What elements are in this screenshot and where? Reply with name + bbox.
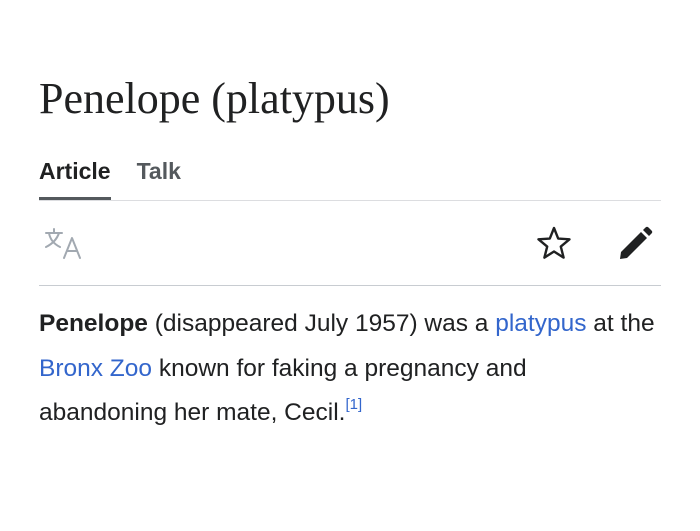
lead-text-2: at the	[586, 310, 655, 337]
tab-talk[interactable]: Talk	[137, 154, 181, 200]
toolbar-divider	[39, 285, 661, 286]
lead-text-1: (disappeared July 1957) was a	[147, 310, 496, 337]
language-icon[interactable]	[44, 227, 84, 261]
article-tabs: Article Talk	[39, 154, 181, 200]
article-subject: Penelope	[39, 310, 148, 337]
tabs-divider	[39, 200, 661, 201]
tab-article[interactable]: Article	[39, 154, 111, 200]
star-icon[interactable]	[536, 226, 572, 260]
edit-pencil-icon[interactable]	[617, 226, 653, 262]
lead-paragraph: Penelope (disappeared July 1957) was a p…	[39, 302, 661, 436]
platypus-link[interactable]: platypus	[495, 310, 586, 337]
page-title: Penelope (platypus)	[39, 74, 390, 123]
article-page: Penelope (platypus) Article Talk Penelop…	[39, 0, 661, 531]
reference-marker: [1]	[345, 396, 362, 413]
bronx-zoo-link[interactable]: Bronx Zoo	[39, 355, 152, 382]
page-actions-toolbar	[39, 214, 661, 274]
reference-link[interactable]: [1]	[345, 396, 362, 413]
